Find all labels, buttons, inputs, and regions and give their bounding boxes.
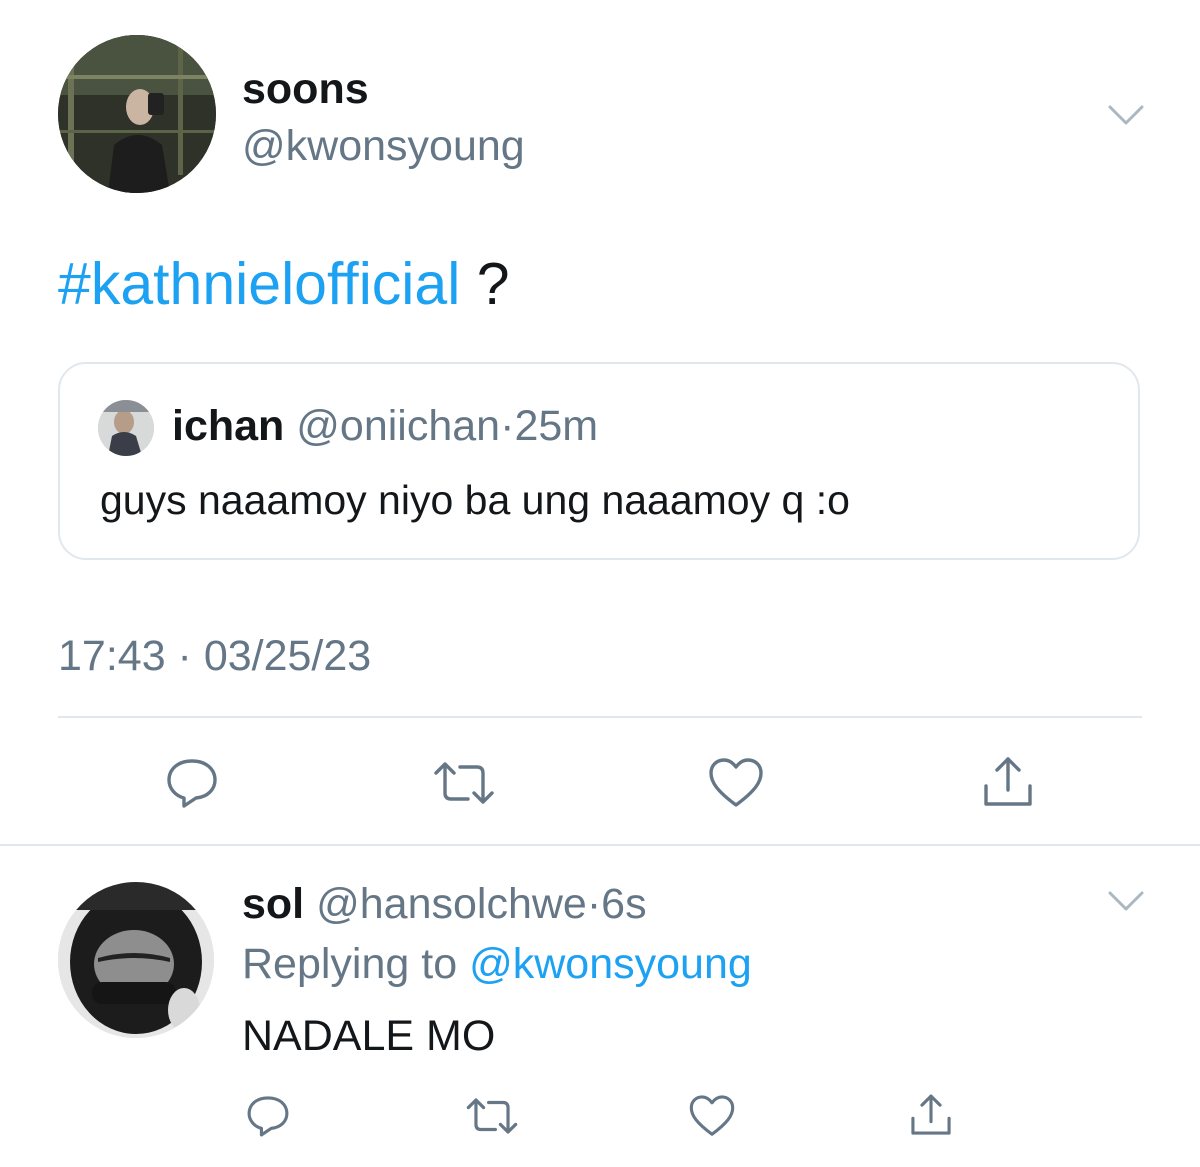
reply-author-name[interactable]: sol (242, 880, 304, 928)
tweet-text-suffix: ? (460, 251, 510, 317)
reply-icon (167, 759, 217, 808)
share-button[interactable] (904, 1090, 958, 1140)
replying-prefix: Replying to (242, 940, 470, 988)
reply-text: NADALE MO (242, 1012, 496, 1060)
mention-link[interactable]: @kwonsyoung (469, 940, 752, 988)
share-icon (984, 757, 1032, 806)
retweet-button[interactable] (462, 1092, 522, 1140)
quoted-tweet-avatar (98, 400, 154, 456)
quoted-tweet-text: guys naaamoy niyo ba ung naaamoy q :o (100, 477, 850, 523)
quoted-tweet-card[interactable] (58, 362, 1140, 560)
profile-photo (98, 400, 154, 456)
divider (0, 844, 1200, 846)
reply-header: sol @hansolchwe·6s (242, 878, 647, 930)
reply-button[interactable] (240, 1092, 296, 1140)
reply-author-avatar[interactable] (58, 882, 214, 1038)
quoted-author-name: ichan (172, 402, 285, 450)
like-button[interactable] (704, 755, 768, 811)
reply-time: 6s (601, 880, 647, 928)
reply-button[interactable] (160, 755, 224, 811)
chevron-down-icon[interactable] (1106, 888, 1146, 914)
tweet-text: #kathnielofficial ? (58, 249, 510, 319)
like-button[interactable] (684, 1092, 740, 1140)
retweet-button[interactable] (432, 755, 496, 811)
tweet-author-avatar[interactable] (58, 35, 216, 193)
divider (58, 716, 1142, 718)
share-icon (911, 1094, 951, 1135)
quoted-time: 25m (514, 402, 599, 450)
replying-to: Replying to @kwonsyoung (242, 938, 752, 990)
tweet-timestamp: 17:43 · 03/25/23 (58, 632, 372, 680)
profile-photo (58, 882, 214, 1038)
quoted-author-handle: @oniichan (296, 402, 501, 450)
quoted-separator: · (500, 402, 515, 450)
share-button[interactable] (976, 753, 1040, 811)
tweet-author-name[interactable]: soons (242, 64, 369, 114)
heart-icon (689, 1095, 735, 1136)
retweet-icon (466, 1098, 518, 1134)
tweet-author-handle[interactable]: @kwonsyoung (242, 121, 525, 171)
chevron-down-icon[interactable] (1106, 102, 1146, 128)
reply-author-handle[interactable]: @hansolchwe (316, 880, 587, 928)
profile-photo (58, 35, 216, 193)
reply-icon (247, 1096, 289, 1137)
reply-separator: · (586, 880, 602, 928)
heart-icon (709, 758, 763, 807)
retweet-icon (434, 762, 494, 804)
hashtag-link[interactable]: #kathnielofficial (58, 251, 460, 317)
quoted-tweet-header: ichan @oniichan·25m (172, 400, 598, 452)
